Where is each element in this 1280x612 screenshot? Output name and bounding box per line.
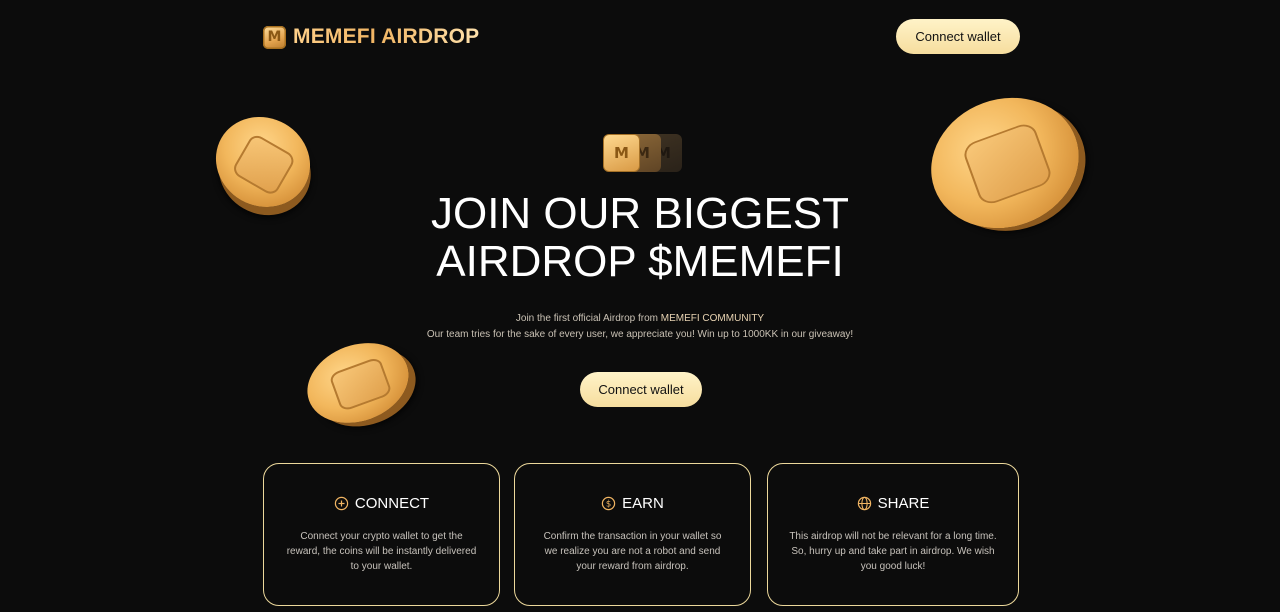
card-share-title: SHARE <box>877 495 930 512</box>
hero-title: JOIN OUR BIGGEST AIRDROP $MEMEFI <box>0 190 1280 286</box>
memefi-badge-icon: M <box>603 134 640 172</box>
hero-subtitle-brand: MEMEFI COMMUNITY <box>660 313 765 324</box>
logo-text: MEMEFI AIRDROP <box>293 25 480 48</box>
hero-title-line2: AIRDROP $MEMEFI <box>436 237 844 286</box>
card-connect-heading: CONNECT <box>264 495 499 512</box>
memefi-logo-icon: M <box>263 25 286 49</box>
card-earn: $ EARN Confirm the transaction in your w… <box>514 463 751 606</box>
card-connect-text: Connect your crypto wallet to get the re… <box>286 531 477 572</box>
card-earn-heading: $ EARN <box>515 495 750 512</box>
dollar-circle-icon: $ <box>601 496 616 511</box>
card-connect-title: CONNECT <box>354 495 430 512</box>
hero-connect-wallet-button[interactable]: Connect wallet <box>580 372 702 407</box>
svg-text:$: $ <box>606 499 611 509</box>
plus-circle-icon <box>334 496 349 511</box>
card-share-heading: SHARE <box>768 495 1018 512</box>
card-share: SHARE This airdrop will not be relevant … <box>767 463 1019 606</box>
hero-subtitle-line1: Join the first official Airdrop from MEM… <box>0 311 1280 327</box>
card-connect: CONNECT Connect your crypto wallet to ge… <box>263 463 500 606</box>
hero-badges: M M M <box>603 134 682 172</box>
header-connect-wallet-button[interactable]: Connect wallet <box>896 19 1020 54</box>
hero-subtitle-prefix: Join the first official Airdrop from <box>515 313 661 324</box>
hero-subtitle: Join the first official Airdrop from MEM… <box>0 311 1280 343</box>
hero-title-line1: JOIN OUR BIGGEST <box>430 189 850 238</box>
logo[interactable]: M MEMEFI AIRDROP <box>263 25 479 49</box>
card-share-text: This airdrop will not be relevant for a … <box>789 531 997 572</box>
card-earn-text: Confirm the transaction in your wallet s… <box>543 531 722 572</box>
coin-left-bottom-image <box>296 329 420 437</box>
hero-subtitle-line2: Our team tries for the sake of every use… <box>426 329 854 340</box>
card-earn-title: EARN <box>622 495 664 512</box>
globe-icon <box>857 496 871 511</box>
